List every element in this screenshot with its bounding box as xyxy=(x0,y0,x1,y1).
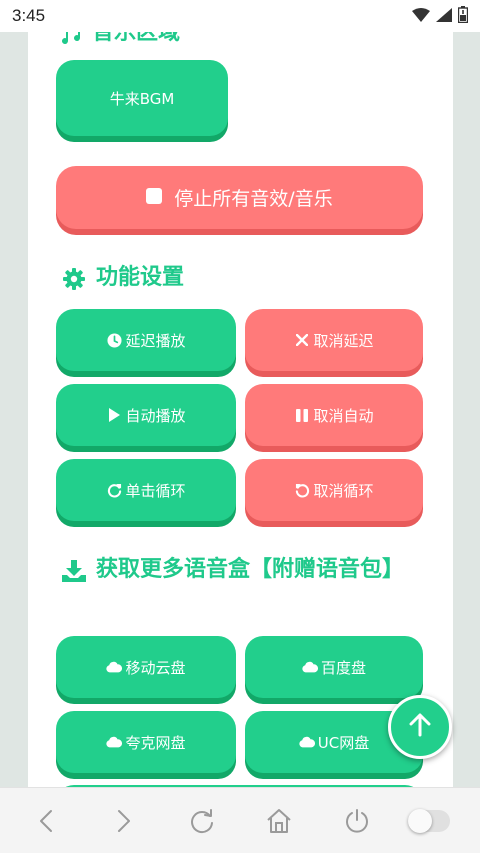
cancel-auto-label: 取消自动 xyxy=(313,406,374,425)
toggle-switch[interactable] xyxy=(408,809,450,833)
bgm-button[interactable]: 牛来BGM xyxy=(56,60,228,136)
page-background-left xyxy=(0,32,28,787)
stop-all-button[interactable]: 停止所有音效/音乐 xyxy=(56,166,423,229)
cloud-icon xyxy=(106,734,123,750)
settings-section-title: 功能设置 xyxy=(62,261,184,302)
gear-icon xyxy=(62,267,86,302)
single-loop-button[interactable]: 单击循环 xyxy=(56,459,236,521)
back-icon[interactable] xyxy=(30,806,62,836)
cancel-delay-label: 取消延迟 xyxy=(313,331,374,350)
cloud-icon xyxy=(299,734,315,750)
auto-play-button[interactable]: 自动播放 xyxy=(56,384,236,446)
cancel-delay-button[interactable]: 取消延迟 xyxy=(245,309,423,371)
power-icon[interactable] xyxy=(341,806,373,836)
cancel-loop-label: 取消循环 xyxy=(313,481,374,500)
pause-icon xyxy=(294,407,310,423)
undo-icon xyxy=(294,482,310,498)
uc-pan-label: UC网盘 xyxy=(317,733,370,752)
toggle-knob xyxy=(408,809,432,833)
cancel-loop-button[interactable]: 取消循环 xyxy=(245,459,423,521)
download-section-label: 获取更多语音盒【附赠语音包】 xyxy=(96,557,405,582)
cloud-icon xyxy=(106,659,123,675)
auto-play-label: 自动播放 xyxy=(125,406,186,425)
redo-icon xyxy=(106,482,122,498)
status-time: 3:45 xyxy=(12,6,46,25)
signal-icon xyxy=(436,7,452,26)
quark-pan-label: 夸克网盘 xyxy=(125,733,186,752)
arrow-up-icon xyxy=(409,713,431,741)
home-icon[interactable] xyxy=(263,806,295,836)
single-loop-label: 单击循环 xyxy=(125,481,186,500)
status-bar: 3:45 xyxy=(0,0,480,32)
cloud-icon xyxy=(302,659,318,675)
page-background-right xyxy=(453,32,480,787)
mobile-cloud-button[interactable]: 移动云盘 xyxy=(56,636,236,698)
music-section-label: 音乐区域 xyxy=(92,32,181,45)
close-icon xyxy=(294,332,310,348)
delay-play-button[interactable]: 延迟播放 xyxy=(56,309,236,371)
scroll-top-button[interactable] xyxy=(388,695,452,759)
stop-square-icon xyxy=(146,187,163,209)
cancel-auto-button[interactable]: 取消自动 xyxy=(245,384,423,446)
baidu-pan-label: 百度盘 xyxy=(320,658,366,677)
download-icon xyxy=(62,559,86,593)
play-icon xyxy=(106,407,122,423)
battery-icon xyxy=(457,5,469,27)
quark-pan-button[interactable]: 夸克网盘 xyxy=(56,711,236,773)
forward-icon[interactable] xyxy=(108,806,140,836)
bgm-button-label: 牛来BGM xyxy=(109,89,175,108)
music-note-icon xyxy=(62,32,82,56)
mobile-cloud-label: 移动云盘 xyxy=(125,658,186,677)
download-section-title: 获取更多语音盒【附赠语音包】 xyxy=(62,553,412,593)
delay-play-label: 延迟播放 xyxy=(125,331,186,350)
music-section-title: 音乐区域 xyxy=(62,32,180,56)
wifi-icon xyxy=(412,7,430,26)
stop-all-label: 停止所有音效/音乐 xyxy=(174,188,333,210)
settings-section-label: 功能设置 xyxy=(96,265,185,290)
baidu-pan-button[interactable]: 百度盘 xyxy=(245,636,423,698)
content-card[interactable]: 音乐区域 牛来BGM 停止所有音效/音乐 功能设置 延迟播放 取消延迟 自动播放… xyxy=(28,32,453,787)
refresh-icon[interactable] xyxy=(186,806,218,836)
clock-icon xyxy=(106,332,122,348)
